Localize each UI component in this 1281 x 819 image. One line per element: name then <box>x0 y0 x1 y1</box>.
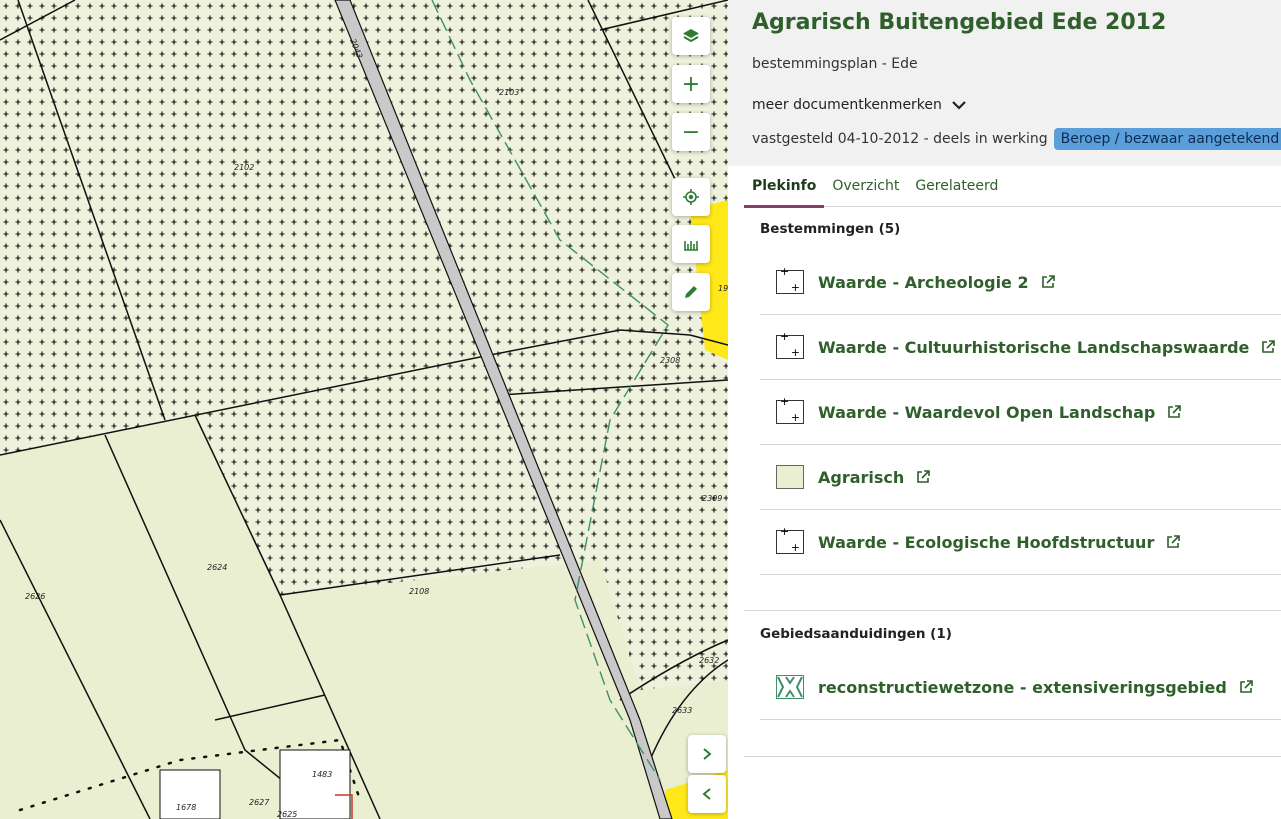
tab-plekinfo[interactable]: Plekinfo <box>744 168 825 208</box>
list-item[interactable]: reconstructiewetzone - extensiveringsgeb… <box>760 655 1281 720</box>
prev-button[interactable] <box>688 775 726 813</box>
bestemming-link[interactable]: Waarde - Ecologische Hoofdstructuur <box>818 533 1154 552</box>
legend-swatch <box>776 265 804 294</box>
minus-icon: − <box>681 119 701 145</box>
gebiedsaanduidingen-heading: Gebiedsaanduidingen (1) <box>760 626 952 642</box>
status-badge: Beroep / bezwaar aangetekend <box>1053 128 1281 150</box>
bestemmingen-heading: Bestemmingen (5) <box>760 221 901 237</box>
tab-bar: Plekinfo Overzicht Gerelateerd <box>744 168 1281 208</box>
zoom-in-button[interactable]: + <box>672 65 710 103</box>
parcel-label: 2633 <box>672 706 692 715</box>
legend-swatch <box>776 330 804 359</box>
plus-icon: + <box>681 71 701 97</box>
parcel-label: 2625 <box>277 810 297 819</box>
bestemming-link[interactable]: Waarde - Cultuurhistorische Landschapswa… <box>818 338 1249 357</box>
more-properties-label: meer documentkenmerken <box>752 97 942 113</box>
parcel-label: 2102 <box>234 163 254 172</box>
list-item[interactable]: Waarde - Waardevol Open Landschap <box>760 380 1281 445</box>
locate-button[interactable] <box>672 178 710 216</box>
chevron-left-icon <box>702 788 711 800</box>
legend-swatch <box>776 395 804 424</box>
legend-swatch <box>776 675 804 699</box>
next-button[interactable] <box>688 735 726 773</box>
house <box>279 749 351 819</box>
measure-button[interactable] <box>672 225 710 263</box>
section-divider <box>744 610 1281 611</box>
plan-subtitle: bestemmingsplan - Ede <box>752 56 918 72</box>
parcel-label: 1678 <box>176 803 196 812</box>
external-link-icon[interactable] <box>1167 405 1182 419</box>
list-item[interactable]: Agrarisch <box>760 445 1281 510</box>
map-canvas[interactable]: 2102 2103 2308 2309 2624 2626 2108 2632 … <box>0 0 728 819</box>
parcel-label: 2108 <box>409 587 429 596</box>
plan-header: Agrarisch Buitengebied Ede 2012 bestemmi… <box>728 0 1281 166</box>
pencil-icon <box>685 286 697 298</box>
parcel-label: 2627 <box>249 798 270 807</box>
external-link-icon[interactable] <box>1261 340 1276 354</box>
parcel-label: 2308 <box>660 356 680 365</box>
map-view[interactable]: 2102 2103 2308 2309 2624 2626 2108 2632 … <box>0 0 728 819</box>
zoom-out-button[interactable]: − <box>672 113 710 151</box>
external-link-icon[interactable] <box>1239 680 1253 694</box>
chevron-right-icon <box>703 748 712 760</box>
list-item[interactable]: Waarde - Archeologie 2 <box>760 250 1281 315</box>
external-link-icon[interactable] <box>916 470 931 484</box>
legend-swatch <box>776 525 804 554</box>
gebiedsaanduiding-link[interactable]: reconstructiewetzone - extensiveringsgeb… <box>818 678 1227 697</box>
parcel-label: 1483 <box>312 770 332 779</box>
layers-button[interactable] <box>672 17 710 55</box>
section-divider <box>744 756 1281 757</box>
plan-title: Agrarisch Buitengebied Ede 2012 <box>752 10 1167 35</box>
parcel-label: 19 <box>718 284 728 293</box>
draw-button[interactable] <box>672 273 710 311</box>
legend-swatch <box>776 465 804 489</box>
locate-icon <box>683 189 699 205</box>
parcel-label: 2632 <box>699 656 719 665</box>
tab-gerelateerd[interactable]: Gerelateerd <box>907 168 1006 205</box>
tab-overzicht[interactable]: Overzicht <box>824 168 907 205</box>
plan-status: vastgesteld 04-10-2012 - deels in werkin… <box>752 128 1281 150</box>
info-panel: Agrarisch Buitengebied Ede 2012 bestemmi… <box>728 0 1281 819</box>
parcel-label: 2624 <box>207 563 227 572</box>
layers-icon <box>683 29 699 43</box>
list-item[interactable]: Waarde - Ecologische Hoofdstructuur <box>760 510 1281 575</box>
bestemming-link[interactable]: Waarde - Waardevol Open Landschap <box>818 403 1155 422</box>
external-link-icon[interactable] <box>1041 275 1055 289</box>
bestemming-link[interactable]: Agrarisch <box>818 468 904 487</box>
status-text: vastgesteld 04-10-2012 - deels in werkin… <box>752 131 1048 147</box>
more-properties-toggle[interactable]: meer documentkenmerken <box>752 97 966 113</box>
parcel-label: 2309 <box>702 494 722 503</box>
chevron-down-icon <box>952 101 966 110</box>
ruler-icon <box>684 241 698 251</box>
parcel-label: 2626 <box>25 592 45 601</box>
bestemming-link[interactable]: Waarde - Archeologie 2 <box>818 273 1029 292</box>
list-item[interactable]: Waarde - Cultuurhistorische Landschapswa… <box>760 315 1281 380</box>
external-link-icon[interactable] <box>1166 535 1181 549</box>
parcel-label: 2103 <box>499 88 519 97</box>
